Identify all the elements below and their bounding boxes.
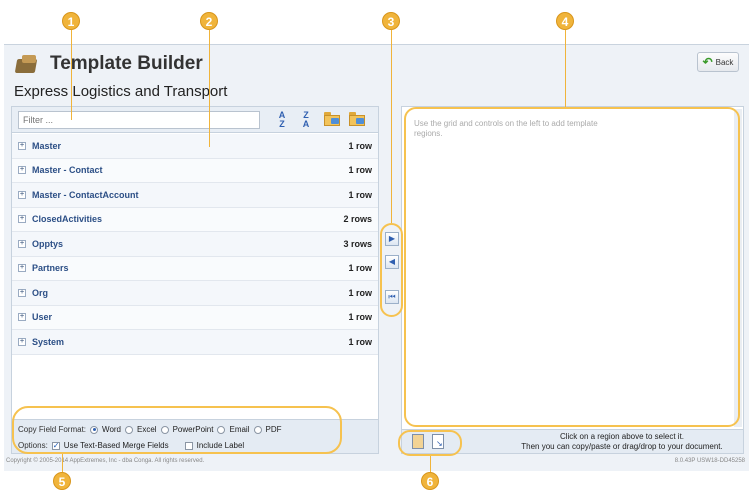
callout-3: 3 [382, 12, 400, 30]
expand-icon[interactable]: + [18, 337, 26, 346]
sort-descending-icon[interactable]: Z A [298, 111, 314, 129]
callout-6: 6 [421, 472, 439, 490]
list-item[interactable]: + Master 1 row [12, 134, 378, 159]
copyright: Copyright © 2005-2014 AppExtremes, Inc -… [6, 458, 205, 464]
company-name: Express Logistics and Transport [14, 83, 228, 100]
expand-icon[interactable]: + [18, 190, 26, 199]
back-button[interactable]: ↶ Back [697, 52, 739, 72]
template-builder-icon [14, 53, 40, 75]
list-item[interactable]: + Master - ContactAccount 1 row [12, 183, 378, 208]
callout-line-4 [565, 30, 566, 107]
back-arrow-icon: ↶ [702, 55, 713, 69]
expand-all-folder-icon[interactable] [324, 112, 340, 126]
list-item[interactable]: + System 1 row [12, 330, 378, 355]
callout-line-5 [62, 454, 63, 472]
callout-oval-5 [12, 406, 342, 454]
data-grid-panel: A Z Z A +Master1 row +Master - Contact1 … [11, 106, 379, 454]
filter-input[interactable] [18, 111, 260, 129]
list-item[interactable]: + Opptys 3 rows [12, 232, 378, 257]
region-list: + Master 1 row + Master - Contact 1 row + Mas… [12, 134, 378, 355]
callout-5: 5 [53, 472, 71, 490]
callout-line-3 [391, 30, 392, 223]
title-row: Template Builder [14, 50, 203, 78]
callout-1: 1 [62, 12, 80, 30]
list-item[interactable]: + User 1 row [12, 305, 378, 330]
expand-icon[interactable]: + [18, 239, 26, 248]
expand-icon[interactable]: + [18, 141, 26, 150]
list-item[interactable]: + Org 1 row [12, 281, 378, 306]
back-label: Back [715, 57, 734, 67]
expand-icon[interactable]: + [18, 313, 26, 322]
version-label: 8.0.43P USW18-DD45258 [674, 458, 745, 464]
callout-2: 2 [200, 12, 218, 30]
callout-oval-6 [398, 430, 462, 456]
callout-line-2 [209, 30, 210, 147]
hint-text: Click on a region above to select it. Th… [521, 432, 723, 451]
list-item[interactable]: + Master - Contact 1 row [12, 158, 378, 183]
list-item[interactable]: + Partners 1 row [12, 256, 378, 281]
sort-ascending-icon[interactable]: A Z [274, 111, 290, 129]
callout-4: 4 [556, 12, 574, 30]
callout-oval-4 [404, 107, 740, 427]
expand-icon[interactable]: + [18, 215, 26, 224]
list-item[interactable]: + ClosedActivities 2 rows [12, 207, 378, 232]
callout-oval-3 [380, 223, 403, 317]
callout-line-1 [71, 30, 72, 120]
expand-icon[interactable]: + [18, 264, 26, 273]
callout-line-6 [430, 456, 431, 472]
expand-icon[interactable]: + [18, 288, 26, 297]
collapse-all-folder-icon[interactable] [349, 112, 365, 126]
expand-icon[interactable]: + [18, 166, 26, 175]
page-title: Template Builder [50, 53, 203, 74]
filter-bar: A Z Z A [12, 107, 378, 133]
